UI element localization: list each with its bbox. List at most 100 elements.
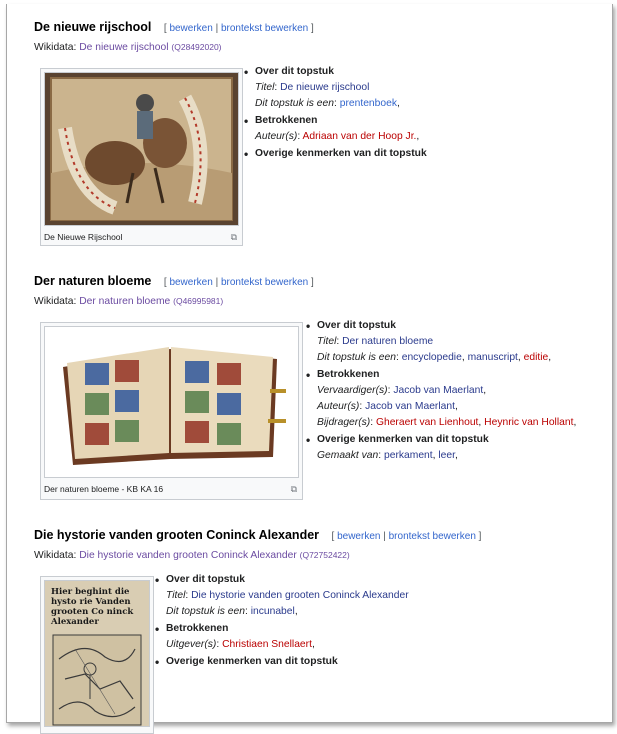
edit-source-link[interactable]: brontekst bewerken xyxy=(389,531,476,542)
thumbnail-caption: De Nieuwe Rijschool ⧉ xyxy=(44,232,239,242)
edit-links: [ bewerken | brontekst bewerken ] xyxy=(332,531,482,542)
wikidata-label: Wikidata: xyxy=(34,42,77,53)
group-other: Overige kenmerken van dit topstuk xyxy=(155,655,409,669)
prop-type-value[interactable]: manuscript xyxy=(468,352,518,363)
properties-list: Over dit topstuk Titel: Die hystorie van… xyxy=(155,573,409,673)
group-about: Over dit topstuk xyxy=(244,65,427,79)
prop-title-value[interactable]: De nieuwe rijschool xyxy=(280,82,369,93)
prop-type: Dit topstuk is een: encyclopedie, manusc… xyxy=(317,352,552,363)
group-about: Over dit topstuk xyxy=(306,319,576,333)
prop-publisher: Uitgever(s): Christiaen Snellaert, xyxy=(166,639,315,650)
prop-label: Vervaardiger(s) xyxy=(317,385,388,396)
prop-title: Titel: Der naturen bloeme xyxy=(317,336,434,347)
thumbnail-die-hystorie[interactable]: Hier beghint die hysto rie Vanden groote… xyxy=(40,576,154,734)
book-photo-image[interactable] xyxy=(44,326,299,478)
edit-bracket-open: [ xyxy=(163,23,167,34)
prop-maker-value[interactable]: Jacob van Maerlant xyxy=(393,385,483,396)
section-de-nieuwe-rijschool: De nieuwe rijschool [ bewerken | brontek… xyxy=(34,20,314,53)
prop-label: Titel xyxy=(255,82,275,93)
prop-contributor: Bijdrager(s): Gheraert van Lienhout, Hey… xyxy=(317,417,577,428)
group-other: Overige kenmerken van dit topstuk xyxy=(244,147,427,161)
wikidata-line: Wikidata: Der naturen bloeme (Q46995981) xyxy=(34,296,314,307)
prop-author: Auteur(s): Jacob van Maerlant, xyxy=(317,401,458,412)
section-title: De nieuwe rijschool xyxy=(34,20,152,34)
group-other: Overige kenmerken van dit topstuk xyxy=(306,433,576,447)
caption-text: De Nieuwe Rijschool xyxy=(44,232,123,242)
section-heading: De nieuwe rijschool [ bewerken | brontek… xyxy=(34,20,314,34)
prop-label: Titel xyxy=(166,590,186,601)
edit-bracket-open: [ xyxy=(163,277,167,288)
prop-type-value[interactable]: encyclopedie xyxy=(402,352,462,363)
prop-label: Auteur(s) xyxy=(317,401,360,412)
edit-links: [ bewerken | brontekst bewerken ] xyxy=(164,23,314,34)
edit-bracket-close: ] xyxy=(311,277,314,288)
edit-bracket-close: ] xyxy=(311,23,314,34)
properties-list: Over dit topstuk Titel: De nieuwe rijsch… xyxy=(244,65,427,165)
woodcut-title-text: Hier beghint die hysto rie Vanden groote… xyxy=(51,587,134,627)
section-title: Die hystorie vanden grooten Coninck Alex… xyxy=(34,528,320,542)
prop-type-value[interactable]: editie xyxy=(524,352,549,363)
prop-type-value[interactable]: prentenboek xyxy=(340,98,397,109)
wikidata-link[interactable]: De nieuwe rijschool xyxy=(79,42,168,53)
prop-material-value[interactable]: leer xyxy=(438,450,455,461)
thumbnail-der-naturen-bloeme[interactable]: Der naturen bloeme - KB KA 16 ⧉ xyxy=(40,322,303,500)
section-heading: Der naturen bloeme [ bewerken | bronteks… xyxy=(34,274,314,288)
prop-label: Titel xyxy=(317,336,337,347)
group-people: Betrokkenen xyxy=(244,114,427,128)
prop-contributor-value[interactable]: Heynric van Hollant xyxy=(484,417,573,428)
group-people: Betrokkenen xyxy=(306,368,576,382)
prop-material-value[interactable]: perkament xyxy=(384,450,433,461)
edit-bracket-open: [ xyxy=(331,531,335,542)
prop-title-value[interactable]: Der naturen bloeme xyxy=(342,336,433,347)
prop-title: Titel: Die hystorie vanden grooten Conin… xyxy=(166,590,409,601)
thumbnail-de-nieuwe-rijschool[interactable]: De Nieuwe Rijschool ⧉ xyxy=(40,68,243,246)
prop-author: Auteur(s): Adriaan van der Hoop Jr., xyxy=(255,131,420,142)
edit-separator: | xyxy=(215,23,219,34)
prop-title: Titel: De nieuwe rijschool xyxy=(255,82,370,93)
book-cover-image[interactable] xyxy=(44,72,239,226)
woodcut-illustration xyxy=(52,634,142,726)
book-cover-illustration xyxy=(45,73,238,225)
wikidata-label: Wikidata: xyxy=(34,550,77,561)
prop-material: Gemaakt van: perkament, leer, xyxy=(317,450,458,461)
prop-label: Gemaakt van xyxy=(317,450,379,461)
edit-links: [ bewerken | brontekst bewerken ] xyxy=(164,277,314,288)
edit-separator: | xyxy=(215,277,219,288)
enlarge-icon[interactable]: ⧉ xyxy=(291,484,297,495)
wikidata-qid: (Q46995981) xyxy=(173,296,224,306)
woodcut-image[interactable]: Hier beghint die hysto rie Vanden groote… xyxy=(44,580,150,727)
wikidata-line: Wikidata: De nieuwe rijschool (Q28492020… xyxy=(34,42,314,53)
prop-contributor-value[interactable]: Gheraert van Lienhout xyxy=(376,417,478,428)
group-about: Over dit topstuk xyxy=(155,573,409,587)
enlarge-icon[interactable]: ⧉ xyxy=(231,232,237,243)
open-book-illustration xyxy=(45,327,298,477)
edit-separator: | xyxy=(383,531,386,542)
prop-type: Dit topstuk is een: incunabel, xyxy=(166,606,298,617)
wikidata-link[interactable]: Die hystorie vanden grooten Coninck Alex… xyxy=(79,550,297,561)
edit-source-link[interactable]: brontekst bewerken xyxy=(221,277,308,288)
prop-publisher-value[interactable]: Christiaen Snellaert xyxy=(222,639,312,650)
prop-author-value[interactable]: Jacob van Maerlant xyxy=(365,401,455,412)
thumbnail-caption: Der naturen bloeme - KB KA 16 ⧉ xyxy=(44,484,299,494)
wikidata-link[interactable]: Der naturen bloeme xyxy=(79,296,170,307)
caption-text: Der naturen bloeme - KB KA 16 xyxy=(44,484,164,494)
prop-label: Bijdrager(s) xyxy=(317,417,371,428)
section-die-hystorie: Die hystorie vanden grooten Coninck Alex… xyxy=(34,528,481,561)
prop-author-value[interactable]: Adriaan van der Hoop Jr. xyxy=(303,131,417,142)
prop-label: Auteur(s) xyxy=(255,131,298,142)
prop-type: Dit topstuk is een: prentenboek, xyxy=(255,98,400,109)
edit-bracket-close: ] xyxy=(478,531,482,542)
prop-type-value[interactable]: incunabel xyxy=(251,606,295,617)
group-people: Betrokkenen xyxy=(155,622,409,636)
prop-title-value[interactable]: Die hystorie vanden grooten Coninck Alex… xyxy=(191,590,409,601)
wikidata-qid: (Q72752422) xyxy=(299,550,350,560)
prop-label: Dit topstuk is een xyxy=(255,98,334,109)
wikidata-label: Wikidata: xyxy=(34,296,77,307)
section-der-naturen-bloeme: Der naturen bloeme [ bewerken | bronteks… xyxy=(34,274,314,307)
wikidata-line: Wikidata: Die hystorie vanden grooten Co… xyxy=(34,550,481,561)
edit-link[interactable]: bewerken xyxy=(169,23,212,34)
edit-source-link[interactable]: brontekst bewerken xyxy=(221,23,308,34)
edit-link[interactable]: bewerken xyxy=(169,277,212,288)
edit-link[interactable]: bewerken xyxy=(337,531,380,542)
wikidata-qid: (Q28492020) xyxy=(171,42,222,52)
